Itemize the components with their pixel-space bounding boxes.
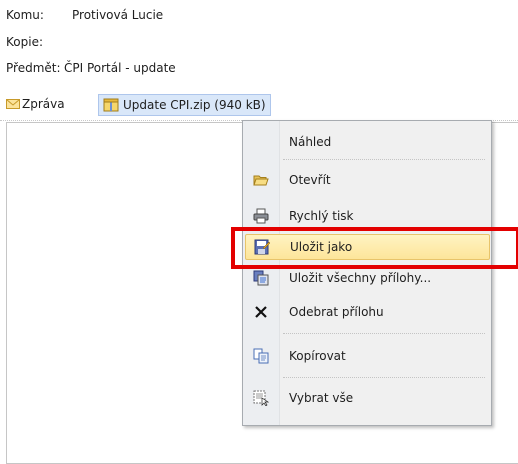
menu-item-label: Uložit všechny přílohy... [289, 271, 432, 285]
printer-icon [253, 208, 269, 224]
envelope-icon [6, 99, 20, 109]
tab-message[interactable]: Zpráva [6, 95, 65, 113]
subject-label: Předmět: [6, 61, 61, 75]
menu-item-open[interactable]: Otevřít [245, 168, 488, 192]
attachment-context-menu: Náhled Otevřít Rychlý tisk Uložit jako U… [242, 120, 492, 426]
zip-archive-icon [103, 98, 119, 112]
menu-item-remove-attachment[interactable]: Odebrat přílohu [245, 300, 488, 324]
cc-label: Kopie: [6, 35, 43, 49]
to-recipient[interactable]: Protivová Lucie [72, 7, 163, 23]
menu-separator [283, 159, 485, 160]
copy-icon [253, 348, 269, 364]
menu-item-label: Náhled [289, 135, 332, 149]
folder-open-icon [253, 175, 269, 186]
message-attachment-tabs: Zpráva Update CPI.zip (940 kB) [0, 90, 518, 121]
menu-item-save-all-attachments[interactable]: Uložit všechny přílohy... [245, 266, 488, 290]
subject-value: ČPI Portál - update [64, 61, 176, 75]
menu-item-preview[interactable]: Náhled [245, 130, 488, 154]
menu-item-label: Otevřít [289, 173, 331, 187]
menu-item-quick-print[interactable]: Rychlý tisk [245, 204, 488, 228]
menu-separator [283, 377, 485, 378]
menu-item-label: Vybrat vše [289, 391, 354, 405]
cc-field-row: Kopie: [6, 34, 43, 50]
subject-field-row: Předmět: ČPI Portál - update [6, 60, 176, 76]
tab-attachment-label: Update CPI.zip (940 kB) [123, 98, 266, 112]
remove-x-icon [255, 306, 267, 318]
menu-item-select-all[interactable]: Vybrat vše [245, 386, 488, 410]
menu-item-label: Odebrat přílohu [289, 305, 384, 319]
menu-item-label: Kopírovat [289, 349, 346, 363]
menu-separator [283, 333, 485, 334]
menu-item-label: Rychlý tisk [289, 209, 354, 223]
to-field-row: Komu: Protivová Lucie [6, 7, 163, 23]
tab-attachment[interactable]: Update CPI.zip (940 kB) [98, 94, 271, 116]
select-all-icon [253, 390, 269, 406]
menu-item-copy[interactable]: Kopírovat [245, 344, 488, 368]
tab-message-label: Zpráva [22, 97, 65, 111]
to-label: Komu: [6, 8, 44, 22]
highlight-callout-box [231, 227, 518, 269]
save-all-icon [253, 270, 269, 286]
